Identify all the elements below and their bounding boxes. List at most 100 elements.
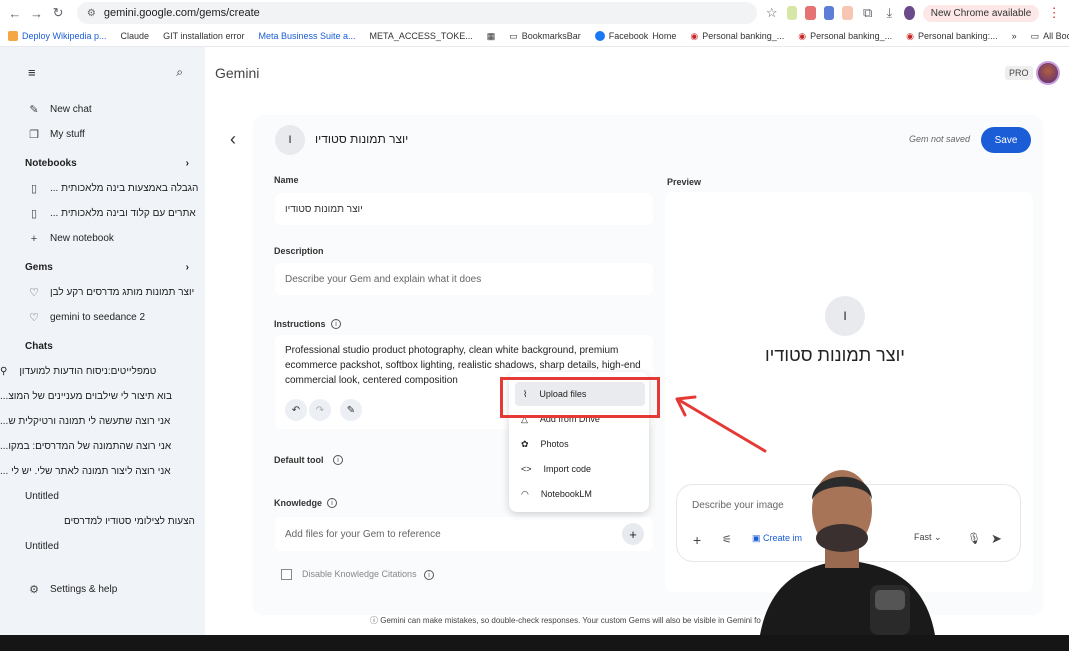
- menu-icon[interactable]: ≡: [28, 65, 36, 80]
- bookmark-item[interactable]: ◉ Personal banking_...: [798, 31, 892, 42]
- site-settings-icon[interactable]: ⚙: [87, 8, 96, 19]
- all-bookmarks[interactable]: ▭All Bookmarks: [1031, 31, 1069, 42]
- extension-icon-2[interactable]: [805, 6, 816, 20]
- edit-icon: ✎: [29, 104, 39, 116]
- bookmark-item[interactable]: ◉ Personal banking:...: [906, 31, 997, 42]
- save-button[interactable]: Save: [981, 127, 1031, 153]
- sidebar-item-settings[interactable]: ⚙ Settings & help: [0, 577, 205, 602]
- highlight-box: [500, 377, 660, 418]
- menu-notebooklm[interactable]: ◠ NotebookLM: [509, 482, 649, 506]
- bookmark-item[interactable]: GIT installation error: [163, 31, 244, 41]
- notebook-icon: ▯: [30, 208, 38, 220]
- default-tool-label: Default tool: [274, 455, 324, 465]
- sidebar-item-new-notebook[interactable]: + New notebook: [0, 226, 205, 251]
- bookmarks-bar: Deploy Wikipedia p... Claude GIT install…: [0, 26, 1069, 47]
- microphone-icon[interactable]: 🎙: [967, 532, 981, 545]
- extension-icon-4[interactable]: [842, 6, 853, 20]
- name-input[interactable]: יוצר תמונות סטודיו: [275, 193, 653, 225]
- gem-avatar-chip: I: [275, 125, 305, 155]
- undo-icon[interactable]: ↶: [285, 399, 307, 421]
- add-knowledge-button[interactable]: +: [622, 523, 644, 545]
- bookmark-star-icon[interactable]: ☆: [765, 4, 779, 22]
- info-icon[interactable]: i: [424, 570, 434, 580]
- tools-sliders-icon[interactable]: ⚟: [722, 533, 732, 546]
- avatar[interactable]: [1036, 61, 1060, 85]
- bookmark-item[interactable]: Deploy Wikipedia p...: [8, 31, 107, 41]
- extension-icon-3[interactable]: [823, 6, 835, 20]
- video-bottom-bar: [0, 635, 1069, 651]
- chats-section-header: Chats: [25, 340, 53, 352]
- chat-item[interactable]: בוא תיצור לי שילבוים מעניינים של המוצ...: [0, 384, 205, 409]
- chat-untitled[interactable]: Untitled: [0, 484, 205, 509]
- folder-icon: ▭: [509, 30, 518, 41]
- extension-icon-1[interactable]: [786, 6, 798, 20]
- gem-heart-icon: ♡: [29, 312, 39, 324]
- search-icon[interactable]: ⌕: [176, 65, 183, 80]
- bookmark-folder[interactable]: ▭ BookmarksBar: [509, 31, 581, 42]
- gear-icon: ⚙: [29, 584, 39, 596]
- sidebar-notebook-item[interactable]: ▯ אתרים עם קלוד ובינה מלאכותית ...: [0, 201, 205, 226]
- disable-citations-label: Disable Knowledge Citations: [302, 569, 417, 579]
- disable-citations-checkbox[interactable]: [281, 569, 292, 580]
- menu-import-code[interactable]: <> Import code: [509, 457, 649, 481]
- photos-icon: ✿: [521, 438, 529, 449]
- sidebar-gem-item[interactable]: ♡ gemini to seedance 2: [0, 305, 205, 330]
- knowledge-input[interactable]: Add files for your Gem to reference: [275, 517, 653, 551]
- gem-name-heading: יוצר תמונות סטודיו: [315, 132, 409, 146]
- sidebar-notebook-item[interactable]: ▯ הגבלה באמצעות בינה מלאכותית ...: [0, 176, 205, 201]
- plus-icon[interactable]: +: [693, 532, 701, 548]
- chevron-right-icon: ›: [185, 157, 189, 169]
- facebook-icon: [594, 31, 605, 41]
- info-icon: ⓘ: [370, 616, 378, 625]
- bookmark-item[interactable]: Meta Business Suite a...: [258, 31, 355, 41]
- plus-icon: +: [30, 232, 38, 245]
- notebooklm-icon: ◠: [521, 488, 529, 499]
- sidebar: ≡ ⌕ ✎ New chat ❐ My stuff Notebooks › ▯ הגבל…: [0, 47, 205, 635]
- back-icon[interactable]: ←: [8, 4, 22, 22]
- notebooks-section-header[interactable]: Notebooks ›: [0, 150, 205, 176]
- chat-item[interactable]: אני רוצה ליצור תמונה לאתר שלי. יש לי ...: [0, 459, 205, 484]
- bookmark-item[interactable]: Facebook Home: [594, 31, 676, 41]
- redo-icon[interactable]: ↷: [309, 399, 331, 421]
- send-icon[interactable]: ➤: [991, 531, 1002, 547]
- name-label: Name: [274, 175, 299, 185]
- app-title: Gemini: [215, 65, 260, 81]
- profile-icon[interactable]: [904, 6, 915, 20]
- magic-wand-icon[interactable]: ✎: [340, 399, 362, 421]
- disclaimer-footer: ⓘ Gemini can make mistakes, so double-ch…: [370, 616, 761, 625]
- knowledge-label: Knowledge: [274, 498, 323, 508]
- sidebar-gem-item[interactable]: ♡ יוצר תמונות מותג מדרסים רקע לבן: [0, 280, 205, 305]
- gems-section-header[interactable]: Gems ›: [0, 254, 205, 280]
- url-bar[interactable]: ⚙ gemini.google.com/gems/create: [76, 2, 757, 24]
- menu-photos[interactable]: ✿ Photos: [509, 432, 649, 456]
- pin-icon: ⚲: [0, 366, 8, 377]
- description-input[interactable]: Describe your Gem and explain what it do…: [275, 263, 653, 295]
- download-icon[interactable]: ⤓: [883, 4, 897, 22]
- forward-icon[interactable]: →: [30, 4, 44, 22]
- sidebar-item-new-chat[interactable]: ✎ New chat: [0, 97, 205, 122]
- extensions-puzzle-icon[interactable]: ⧉: [861, 4, 875, 22]
- info-icon[interactable]: i: [333, 455, 343, 465]
- more-bookmarks-icon[interactable]: »: [1012, 31, 1017, 41]
- bookmark-favicon-icon: [8, 31, 18, 41]
- sidebar-item-my-stuff[interactable]: ❐ My stuff: [0, 122, 205, 147]
- chat-item[interactable]: הצעות לצילומי סטודיו למדרסים: [0, 509, 205, 534]
- chat-item[interactable]: אני רוצה שהתמונה של המדרסים: במקו...: [0, 434, 205, 459]
- eye-icon: ◉: [798, 30, 807, 41]
- reload-icon[interactable]: ↻: [51, 4, 65, 22]
- apps-grid-icon[interactable]: ▦: [487, 31, 496, 42]
- chat-untitled[interactable]: Untitled: [0, 534, 205, 559]
- mic-grille: [875, 590, 905, 610]
- bookmark-item[interactable]: META_ACCESS_TOKE...: [370, 31, 473, 41]
- bookmark-item[interactable]: ◉ Personal banking_...: [690, 31, 784, 42]
- presenter-beard: [816, 524, 868, 552]
- back-arrow-icon[interactable]: ‹: [230, 129, 236, 150]
- kebab-menu-icon[interactable]: ⋮: [1047, 4, 1061, 22]
- instructions-label: Instructions: [274, 319, 326, 329]
- info-icon[interactable]: i: [327, 498, 337, 508]
- bookmark-item[interactable]: Claude: [121, 31, 150, 41]
- chat-item[interactable]: אני רוצה שתעשה לי תמונה ורטיקלית ש...: [0, 409, 205, 434]
- chat-item[interactable]: טמפלייטים:ניסוח הודעות למועדון ⚲: [0, 359, 205, 384]
- new-chrome-button[interactable]: New Chrome available: [922, 4, 1040, 22]
- info-icon[interactable]: i: [331, 319, 341, 329]
